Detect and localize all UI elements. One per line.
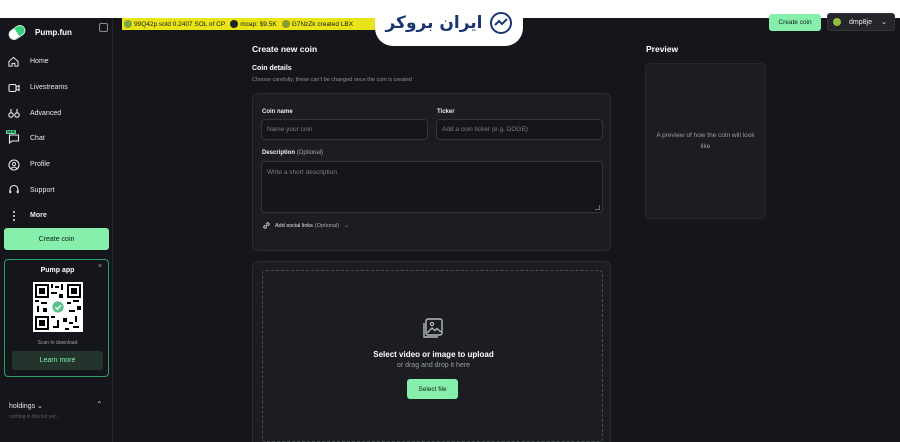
video-icon: [7, 81, 20, 94]
holdings-empty-text: nothing in this list yet...: [9, 414, 60, 420]
pump-logo-icon: [6, 22, 28, 42]
close-icon[interactable]: ×: [98, 263, 102, 270]
more-icon: [7, 209, 20, 222]
ticker-input[interactable]: Add a coin ticker (e.g. DOGE): [436, 119, 603, 140]
preview-card: A preview of how the coin will look like: [645, 63, 766, 219]
chart-trend-icon: [489, 12, 512, 34]
chevron-down-icon: ⌄: [344, 222, 349, 229]
sidebar-item-profile[interactable]: Profile: [7, 152, 107, 178]
coin-details-card: Coin name Name your coin Ticker Add a co…: [252, 93, 611, 251]
add-social-links-toggle[interactable]: Add social links (Optional) ⌄: [262, 221, 349, 230]
description-placeholder: Write a short description: [267, 169, 337, 176]
home-icon: [7, 55, 20, 68]
optional-text: (Optional): [314, 222, 340, 229]
scan-text: Scan to download: [37, 340, 78, 346]
select-file-button[interactable]: Select file: [407, 379, 458, 399]
ticker-text: 99Q42p sold 0.2407 SOL of CP: [134, 20, 226, 28]
upload-dropzone[interactable]: Select video or image to upload or drag …: [262, 270, 603, 442]
sidebar-item-label: More: [30, 212, 47, 220]
sidebar-item-home[interactable]: Home: [7, 49, 107, 75]
sidebar-nav: Home Livestreams Advanced NEW Chat Profi…: [6, 49, 107, 229]
brand[interactable]: Pump.fun: [6, 22, 108, 42]
qr-code: [33, 282, 83, 332]
coin-name-input[interactable]: Name your coin: [261, 119, 428, 140]
sidebar-item-label: Home: [30, 58, 49, 66]
sidebar-item-label: Livestreams: [30, 84, 68, 92]
headset-icon: [7, 184, 20, 197]
section-title: Coin details: [252, 65, 292, 72]
preview-text: A preview of how the coin will look like: [656, 132, 755, 150]
ticker-text: mcap: $9.5K: [240, 20, 277, 28]
advanced-icon: [7, 107, 20, 120]
section-subtitle: Choose carefully, these can't be changed…: [252, 77, 412, 83]
watermark-text: ایران بروکر: [385, 13, 483, 33]
resize-handle-icon[interactable]: [595, 205, 600, 210]
sidebar-item-label: Chat: [30, 135, 45, 143]
page-title: Create new coin: [252, 44, 318, 54]
profile-icon: [7, 158, 20, 171]
description-label: Description (Optional): [262, 150, 323, 156]
ticker-item[interactable]: 99Q42p sold 0.2407 SOL of CP: [122, 20, 225, 28]
sidebar: Pump.fun Home Livestreams Advanced NEW C…: [0, 18, 113, 442]
sidebar-create-coin-button[interactable]: Create coin: [4, 228, 109, 250]
learn-more-button[interactable]: Learn more: [12, 351, 103, 370]
header-create-coin-button[interactable]: Create coin: [769, 14, 821, 31]
chevron-up-icon[interactable]: ⌃: [96, 400, 103, 409]
ticker-label: Ticker: [437, 109, 455, 115]
upload-title: Select video or image to upload: [373, 350, 494, 359]
description-label-text: Description: [262, 150, 296, 156]
sidebar-item-livestreams[interactable]: Livestreams: [7, 75, 107, 101]
optional-text: (Optional): [296, 150, 324, 156]
app-card-title: Pump app: [40, 267, 75, 274]
coin-name-label: Coin name: [262, 109, 293, 115]
ticker-item[interactable]: mcap: $9.5K: [228, 20, 277, 28]
description-textarea[interactable]: Write a short description: [261, 161, 603, 213]
sidebar-item-label: Support: [30, 186, 55, 194]
username: dmp8je: [849, 18, 872, 26]
sidebar-item-support[interactable]: Support: [7, 177, 107, 203]
new-badge: NEW: [6, 130, 17, 135]
preview-title: Preview: [646, 44, 679, 54]
upload-subtitle: or drag and drop it here: [396, 362, 471, 369]
social-label: Add social links: [275, 222, 313, 229]
watermark-logo: ایران بروکر: [375, 0, 523, 46]
upload-card: Select video or image to upload or drag …: [252, 261, 611, 442]
sidebar-item-chat[interactable]: NEW Chat: [6, 126, 107, 152]
link-icon: [263, 222, 270, 229]
avatar: [230, 20, 239, 28]
user-menu-button[interactable]: dmp8je ⌄: [827, 13, 895, 31]
holdings-dropdown[interactable]: holdings ⌄: [9, 402, 43, 410]
sidebar-item-label: Profile: [30, 161, 50, 169]
ticker-text: G7NzZk created LBX: [291, 20, 354, 28]
activity-ticker[interactable]: 99Q42p sold 0.2407 SOL of CP mcap: $9.5K G…: [122, 18, 375, 30]
chevron-down-icon: ⌄: [880, 19, 887, 26]
avatar: [833, 18, 841, 26]
avatar: [124, 20, 132, 28]
ticker-item[interactable]: G7NzZk created LBX: [280, 20, 353, 28]
chevron-down-icon: ⌄: [37, 403, 43, 410]
sidebar-item-advanced[interactable]: Advanced: [7, 100, 107, 126]
sidebar-item-more[interactable]: More: [7, 203, 107, 229]
brand-name: Pump.fun: [35, 27, 72, 37]
pump-app-card: Pump app × Scan to download Learn more: [4, 259, 109, 377]
chat-icon: NEW: [6, 130, 20, 145]
holdings-label: holdings: [9, 403, 36, 410]
image-upload-icon: [423, 318, 443, 338]
avatar: [281, 20, 290, 28]
sidebar-item-label: Advanced: [30, 109, 62, 117]
collapse-sidebar-icon[interactable]: [99, 23, 108, 32]
